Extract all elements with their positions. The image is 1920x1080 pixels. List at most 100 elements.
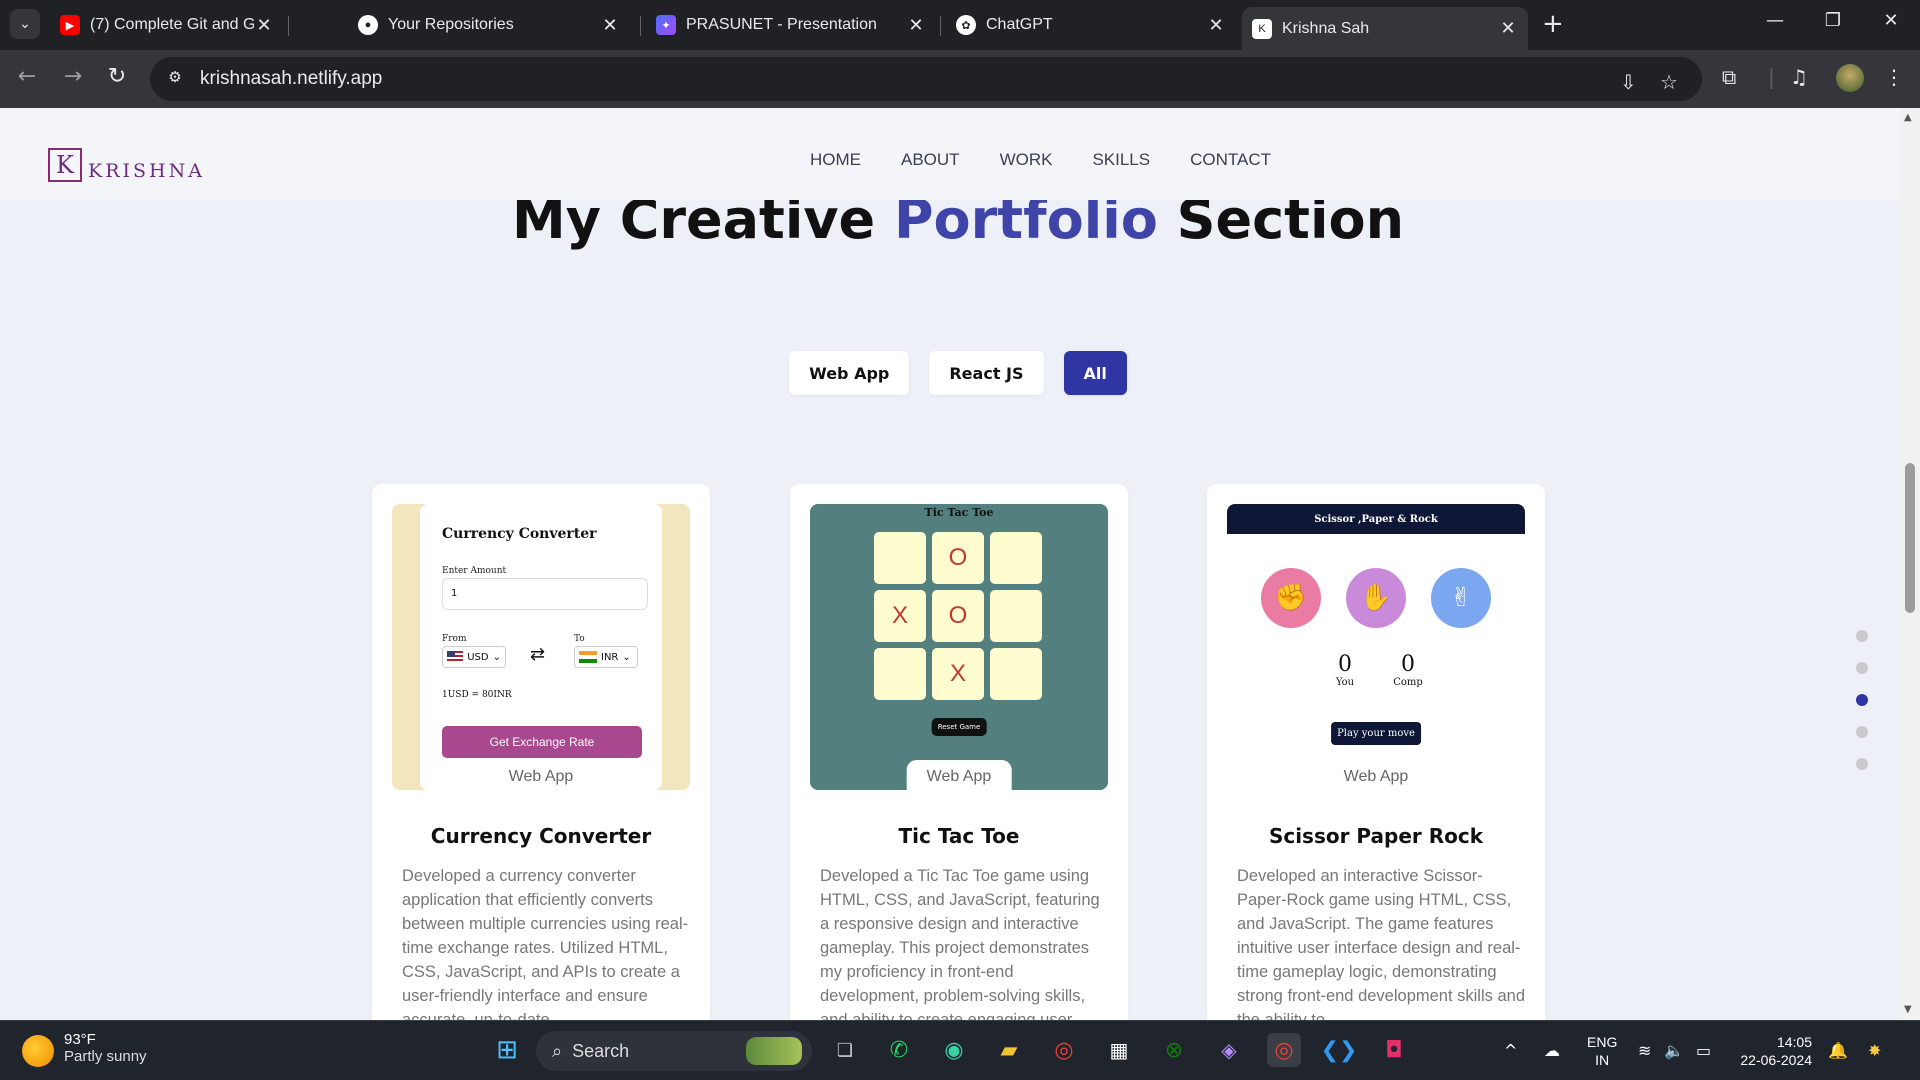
- scroll-up-icon[interactable]: ▲: [1904, 112, 1912, 123]
- tab-strip: ⌄ ▶ (7) Complete Git and GitHub Tu ✕ ● Y…: [0, 0, 1920, 50]
- page-scrollbar[interactable]: ▲ ▼: [1900, 108, 1920, 1020]
- project-thumbnail[interactable]: Tic Tac Toe O X O X Reset Game Web App: [810, 504, 1108, 790]
- file-explorer-icon[interactable]: ▰: [992, 1033, 1026, 1067]
- project-thumbnail[interactable]: Currency Converter Enter Amount 1 From T…: [392, 504, 690, 790]
- section-dot-1[interactable]: [1856, 630, 1868, 642]
- chrome-active-icon[interactable]: ◎: [1267, 1033, 1301, 1067]
- search-icon: ⌕: [552, 1040, 563, 1061]
- paper-hand-icon: ✋: [1346, 568, 1406, 628]
- xbox-icon[interactable]: ⊗: [1157, 1033, 1191, 1067]
- tab-youtube[interactable]: ▶ (7) Complete Git and GitHub Tu ✕: [50, 7, 284, 43]
- system-clock[interactable]: 14:05 22-06-2024: [1736, 1033, 1812, 1069]
- india-flag-icon: [579, 651, 597, 663]
- chevron-down-icon: ⌄: [492, 651, 501, 663]
- weather-widget[interactable]: 93°F Partly sunny: [22, 1031, 147, 1067]
- tab-github[interactable]: ● Your Repositories ✕: [348, 7, 630, 43]
- board-cell: X: [932, 648, 984, 700]
- project-card-scissor-paper-rock[interactable]: Scissor ,Paper & Rock ✊ ✋ ✌ 0 You 0 Comp…: [1207, 484, 1545, 1020]
- project-title: Currency Converter: [430, 824, 652, 848]
- section-dot-5[interactable]: [1856, 758, 1868, 770]
- taskbar-search[interactable]: ⌕ Search: [536, 1031, 812, 1071]
- section-dot-4[interactable]: [1856, 726, 1868, 738]
- address-bar[interactable]: ⚙ krishnasah.netlify.app ⇩ ☆: [150, 57, 1702, 101]
- browser-toolbar: ← → ↻ ⚙ krishnasah.netlify.app ⇩ ☆ ⧉ | ♫…: [0, 50, 1920, 108]
- toolbar-divider: |: [1768, 65, 1775, 89]
- microsoft-store-icon[interactable]: ▦: [1102, 1033, 1136, 1067]
- whatsapp-icon[interactable]: ✆: [882, 1033, 916, 1067]
- nav-about[interactable]: ABOUT: [901, 150, 960, 170]
- filter-web-app[interactable]: Web App: [789, 351, 910, 395]
- app-icon[interactable]: ◈: [1212, 1033, 1246, 1067]
- close-window-button[interactable]: ✕: [1868, 10, 1914, 31]
- site-settings-icon[interactable]: ⚙: [164, 68, 186, 90]
- project-title: Tic Tac Toe: [898, 824, 1020, 848]
- section-dot-2[interactable]: [1856, 662, 1868, 674]
- minimize-button[interactable]: —: [1752, 10, 1798, 31]
- project-thumbnail[interactable]: Scissor ,Paper & Rock ✊ ✋ ✌ 0 You 0 Comp…: [1227, 504, 1525, 790]
- site-k-icon: K: [1252, 18, 1272, 39]
- windows-start-icon[interactable]: ⊞: [490, 1033, 524, 1067]
- tab-prasunet[interactable]: ✦ PRASUNET - Presentation ✕: [646, 7, 936, 43]
- wifi-icon[interactable]: ≋: [1638, 1041, 1651, 1060]
- chrome-icon[interactable]: ◎: [1047, 1033, 1081, 1067]
- back-button[interactable]: ←: [12, 64, 42, 89]
- tab-search-button[interactable]: ⌄: [10, 9, 40, 39]
- project-card-tic-tac-toe[interactable]: Tic Tac Toe O X O X Reset Game Web App T…: [790, 484, 1128, 1020]
- board-cell: [874, 648, 926, 700]
- onedrive-cloud-icon[interactable]: ☁: [1544, 1041, 1560, 1060]
- scroll-thumb[interactable]: [1905, 463, 1915, 613]
- volume-icon[interactable]: 🔈: [1664, 1041, 1684, 1060]
- profile-avatar[interactable]: [1836, 64, 1864, 92]
- site-logo[interactable]: K KRISHNA: [48, 148, 205, 182]
- main-nav: HOME ABOUT WORK SKILLS CONTACT: [810, 150, 1311, 170]
- close-tab-icon[interactable]: ✕: [254, 15, 274, 36]
- back-arrow-icon: ←: [17, 64, 37, 89]
- reset-game-button: Reset Game: [931, 718, 987, 736]
- project-category-tag: Web App: [906, 760, 1012, 790]
- converter-title: Currency Converter: [442, 526, 597, 542]
- battery-icon[interactable]: ▭: [1696, 1041, 1711, 1060]
- game-title-bar: Scissor ,Paper & Rock: [1227, 504, 1525, 534]
- menu-kebab-icon[interactable]: ⋮: [1884, 65, 1904, 89]
- nav-contact[interactable]: CONTACT: [1190, 150, 1271, 170]
- close-tab-icon[interactable]: ✕: [1498, 18, 1518, 39]
- install-app-icon[interactable]: ⇩: [1620, 70, 1637, 94]
- language-indicator[interactable]: ENG IN: [1587, 1033, 1617, 1069]
- board-cell: [990, 532, 1042, 584]
- restore-button[interactable]: ❐: [1810, 10, 1856, 31]
- project-card-currency-converter[interactable]: Currency Converter Enter Amount 1 From T…: [372, 484, 710, 1020]
- instagram-icon[interactable]: ◘: [1377, 1033, 1411, 1067]
- edge-icon[interactable]: ◉: [937, 1033, 971, 1067]
- reload-button[interactable]: ↻: [102, 64, 132, 89]
- forward-button[interactable]: →: [58, 64, 88, 89]
- user-score: 0 You: [1335, 652, 1355, 688]
- close-tab-icon[interactable]: ✕: [600, 15, 620, 36]
- nav-home[interactable]: HOME: [810, 150, 861, 170]
- new-tab-button[interactable]: +: [1542, 10, 1564, 38]
- filter-react-js[interactable]: React JS: [929, 351, 1044, 395]
- amount-input: 1: [442, 578, 648, 610]
- nav-work[interactable]: WORK: [1000, 150, 1053, 170]
- page-content: My Creative Portfolio Section K KRISHNA …: [0, 108, 1920, 1020]
- filter-all[interactable]: All: [1063, 351, 1127, 395]
- tab-chatgpt[interactable]: ✿ ChatGPT ✕: [946, 7, 1236, 43]
- extensions-icon[interactable]: ⧉: [1722, 65, 1736, 89]
- task-view-icon[interactable]: ❏: [828, 1033, 862, 1067]
- scroll-down-icon[interactable]: ▼: [1904, 1004, 1912, 1015]
- bookmark-star-icon[interactable]: ☆: [1660, 70, 1678, 94]
- project-description: Developed a currency converter applicati…: [402, 867, 689, 1020]
- close-tab-icon[interactable]: ✕: [1206, 15, 1226, 36]
- tab-krishna-sah[interactable]: K Krishna Sah ✕: [1242, 7, 1528, 50]
- copilot-icon[interactable]: ✸: [1868, 1041, 1881, 1060]
- to-label: To: [574, 634, 585, 644]
- media-control-icon[interactable]: ♫: [1790, 65, 1808, 89]
- project-description: Developed an interactive Scissor-Paper-R…: [1237, 867, 1525, 1020]
- show-hidden-icons[interactable]: ^: [1504, 1041, 1517, 1060]
- notification-bell-icon[interactable]: 🔔: [1828, 1041, 1848, 1060]
- chevron-down-icon: ⌄: [19, 16, 31, 32]
- nav-skills[interactable]: SKILLS: [1092, 150, 1150, 170]
- close-tab-icon[interactable]: ✕: [906, 15, 926, 36]
- section-dot-3[interactable]: [1856, 694, 1868, 706]
- weather-temp: 93°F: [64, 1031, 96, 1048]
- vscode-icon[interactable]: ❮❯: [1321, 1033, 1358, 1067]
